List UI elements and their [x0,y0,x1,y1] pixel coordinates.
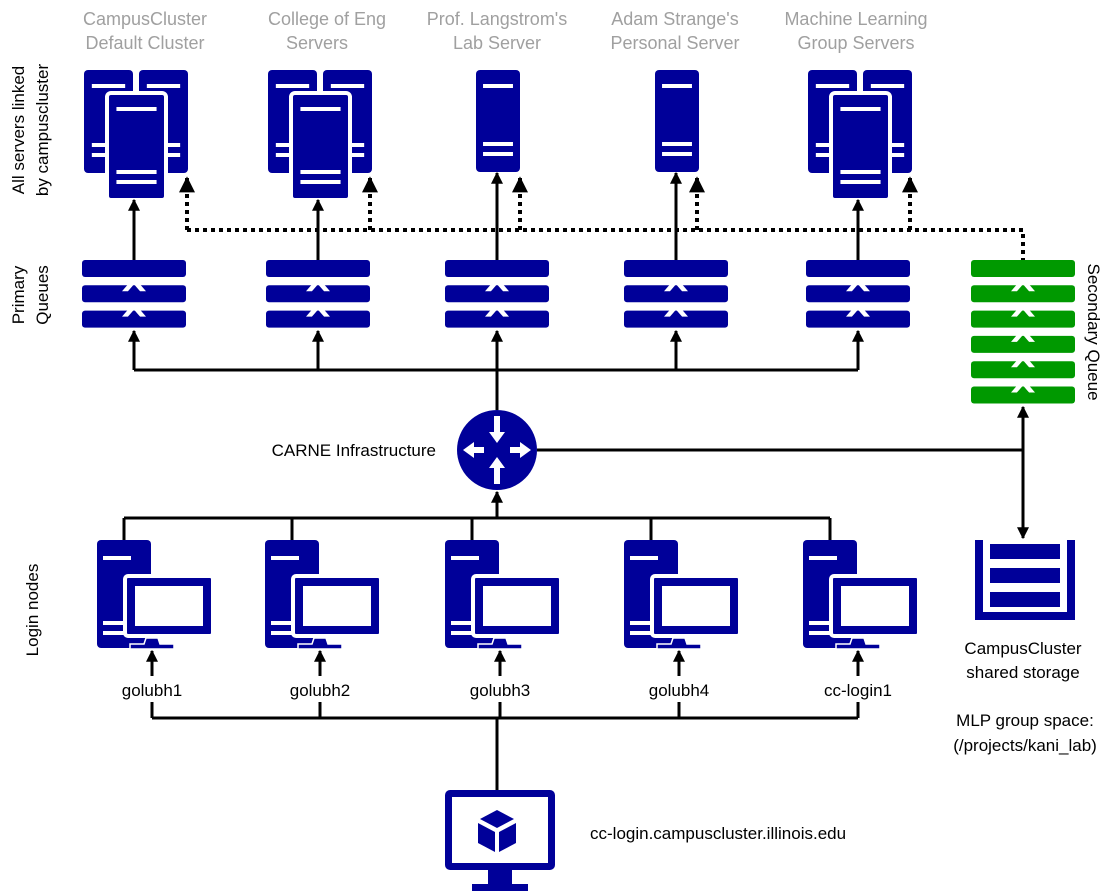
queue-bar [624,260,728,277]
server-label: Lab Server [453,33,541,53]
group-space-label-2: (/projects/kani_lab) [953,736,1097,755]
server-slot [483,152,513,156]
server-label: CampusCluster [83,9,207,29]
server-slot [870,84,905,88]
side-label-servers-2: by campuscluster [33,64,52,197]
login-node-computer-icon [624,540,742,650]
server-cluster-icon [84,70,188,202]
server-slot [300,170,341,174]
server-slot [840,107,881,111]
server-slot [275,84,310,88]
entry-host-label: cc-login.campuscluster.illinois.edu [590,824,846,843]
server-label: Personal Server [610,33,739,53]
tower-slot [451,556,479,560]
monitor-screen [135,586,203,626]
server-slot [662,84,692,88]
login-node-computer-icon [265,540,383,650]
tower-slot [630,556,658,560]
server-slot [116,180,157,184]
primary-queue-icon [82,260,186,328]
queue-bar [971,260,1075,277]
server-slot [840,180,881,184]
login-node-computer-icon [445,540,563,650]
server-icon [655,70,699,172]
server-slot [483,84,513,88]
queue-bar [806,260,910,277]
server-label: Machine Learning [784,9,927,29]
server-slot [662,142,692,146]
tower-slot [809,556,837,560]
login-node-label: golubh3 [470,681,531,700]
monitor-screen [841,586,909,626]
server-cluster-icon [268,70,372,202]
server-label: Prof. Langstrom's [427,9,568,29]
server-cluster-icon [808,70,912,202]
router-label: CARNE Infrastructure [272,441,436,460]
server-icon [476,70,520,172]
queue-bar [82,260,186,277]
monitor-neck [488,870,512,884]
server-slot [91,84,126,88]
storage-label-1: CampusCluster [964,639,1081,658]
monitor-screen [662,586,730,626]
login-node-label: golubh4 [649,681,710,700]
side-label-secondary-queue: Secondary Queue [1084,263,1103,400]
server-label: College of Eng [268,9,386,29]
primary-queue-icon [624,260,728,328]
primary-queue-icon [445,260,549,328]
server-slot [300,107,341,111]
cluster-diagram: CampusCluster Default Cluster College of… [9,9,1103,891]
tower-slot [103,556,131,560]
storage-label-2: shared storage [966,663,1079,682]
storage-shelf [990,544,1060,559]
side-label-queues-1: Primary [9,265,28,324]
server-slot [116,107,157,111]
server-slot [483,142,513,146]
primary-queue-icon [266,260,370,328]
dotted-connector [187,228,1025,260]
server-labels: CampusCluster Default Cluster College of… [83,9,928,53]
queue-bar [266,260,370,277]
secondary-queue-icon [971,260,1075,404]
login-node-label: golubh2 [290,681,351,700]
server-label: Group Servers [797,33,914,53]
tower-slot [271,556,299,560]
monitor-screen [303,586,371,626]
server-slot [815,84,850,88]
router-icon [457,410,537,490]
login-labels: golubh1 golubh2 golubh3 golubh4 cc-login… [122,681,892,700]
side-label-queues-2: Queues [33,265,52,325]
server-slot [330,84,365,88]
entry-monitor-icon [445,790,555,891]
server-slot [840,170,881,174]
login-node-label: cc-login1 [824,681,892,700]
side-label-login: Login nodes [23,564,42,657]
server-slot [146,84,181,88]
side-label-servers-1: All servers linked [9,66,28,195]
primary-queue-icon [806,260,910,328]
server-label: Servers [286,33,348,53]
server-label: Default Cluster [85,33,204,53]
server-label: Adam Strange's [611,9,739,29]
storage-shelf [990,592,1060,607]
login-node-computer-icon [803,540,921,650]
server-slot [116,170,157,174]
monitor-base [472,884,528,891]
server-slot [300,180,341,184]
login-node-computer-icon [97,540,215,650]
storage-shelf [990,568,1060,583]
server-slot [662,152,692,156]
queue-bar [445,260,549,277]
login-node-label: golubh1 [122,681,183,700]
monitor-screen [483,586,551,626]
group-space-label-1: MLP group space: [956,711,1094,730]
monitor-screen [452,797,548,863]
storage-icon [975,540,1075,620]
